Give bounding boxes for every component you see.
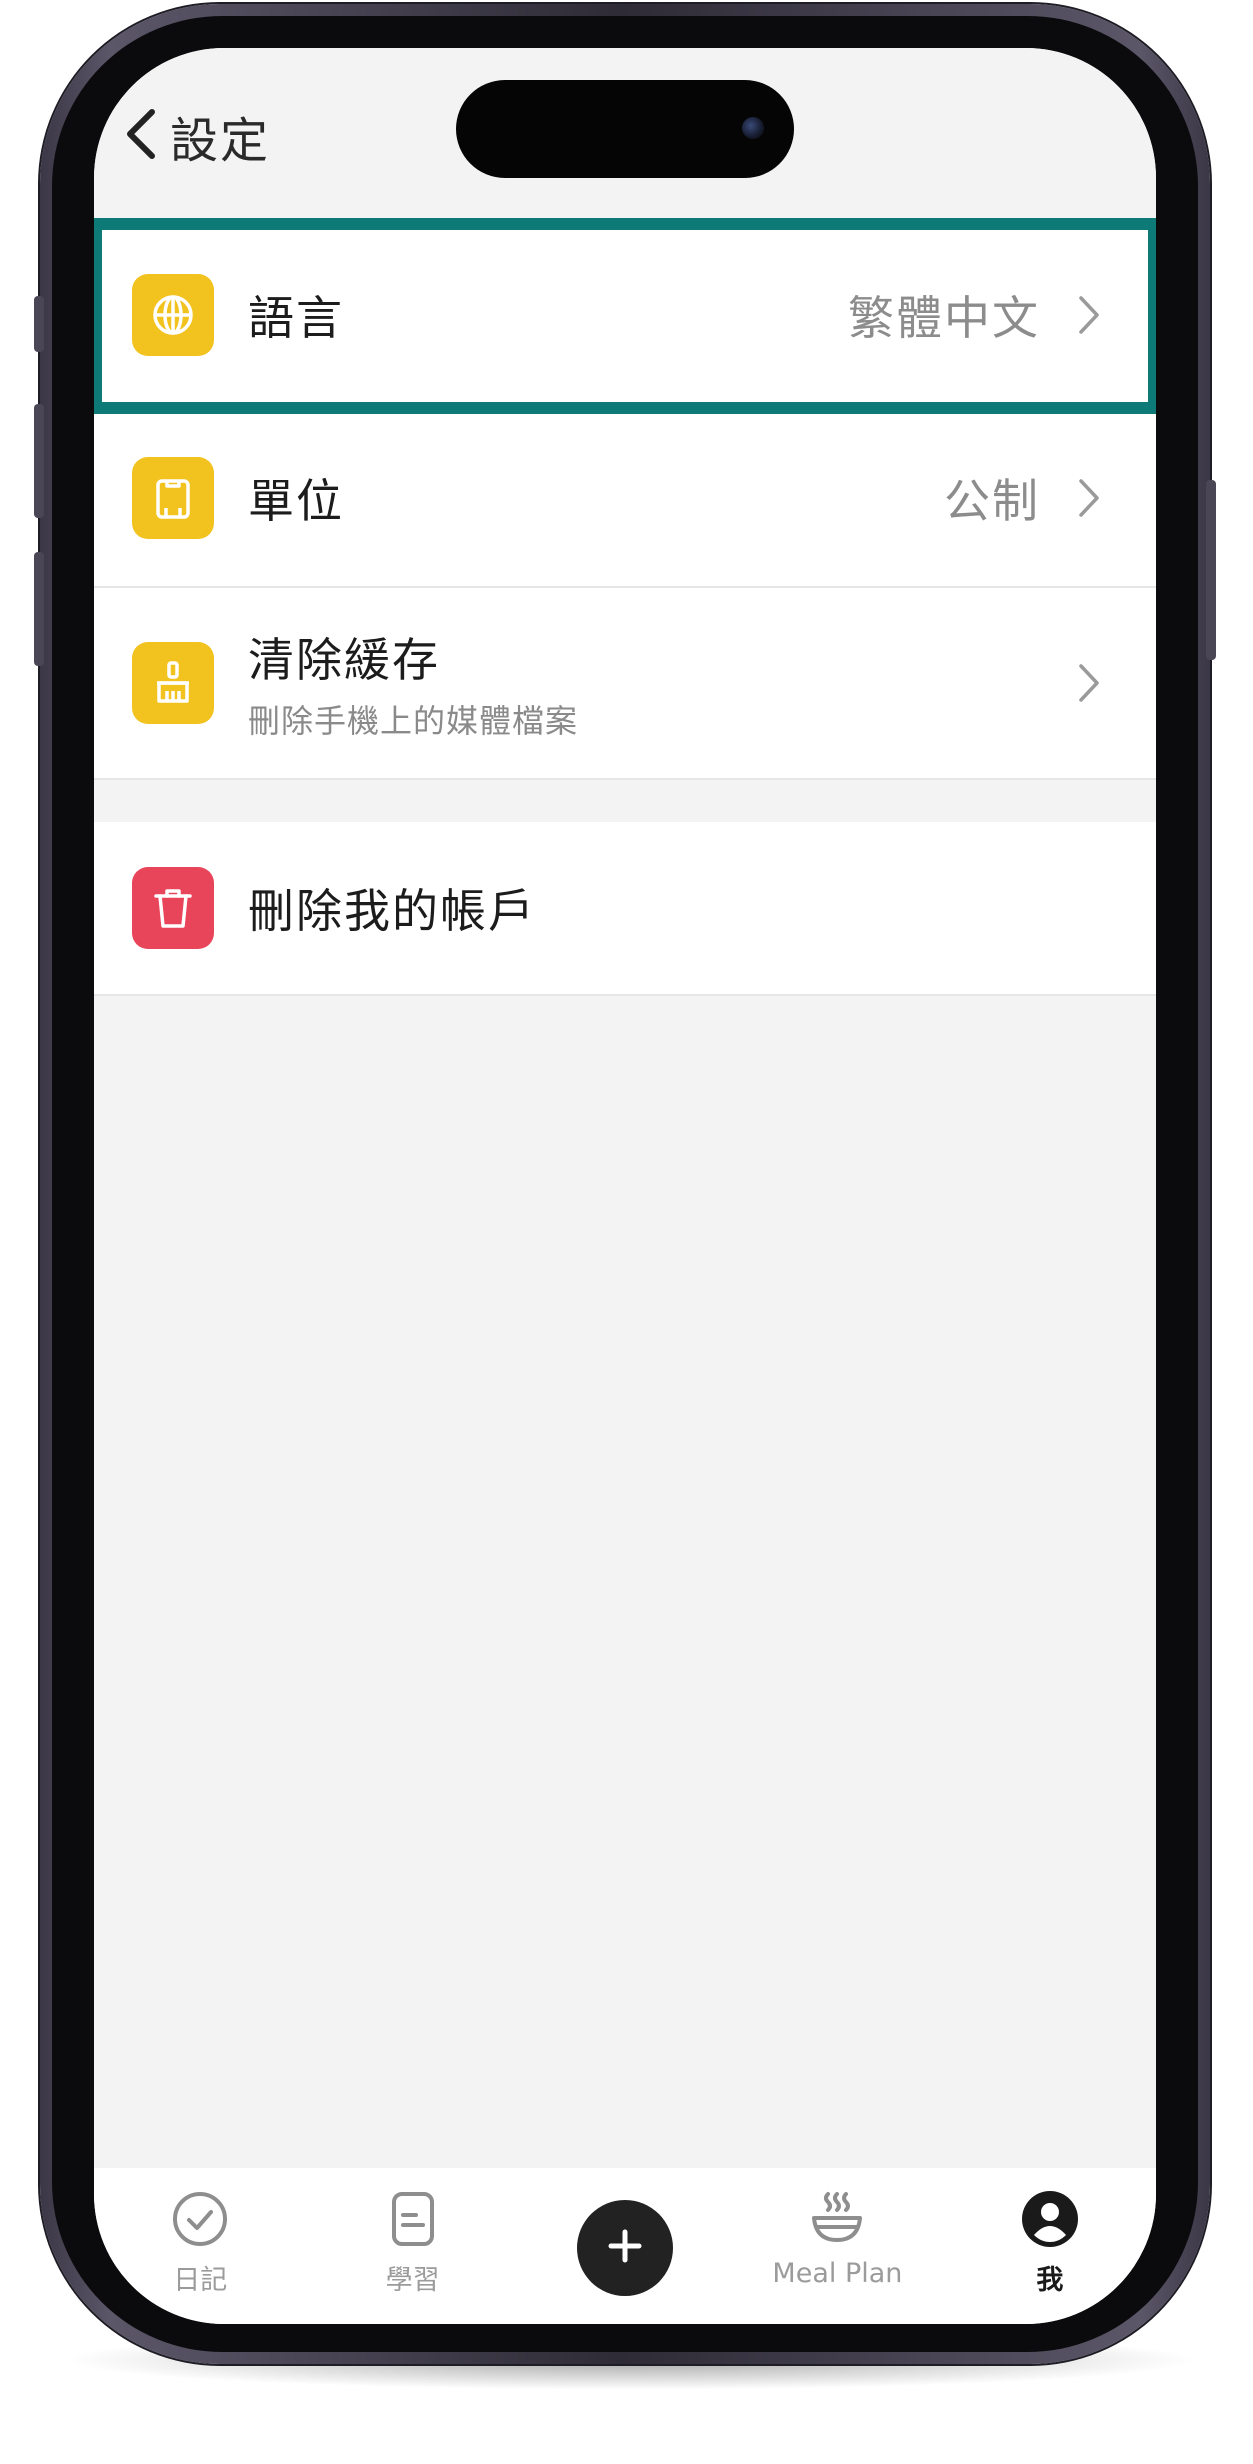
globe-icon	[132, 274, 214, 356]
setting-text: 語言	[248, 282, 848, 348]
chevron-right-icon	[1076, 661, 1102, 705]
tab-label: 我	[1036, 2265, 1064, 2296]
app-screen: 設定 語言 繁體中文 單位 公制 清除緩存 刪除手機上的媒體檔案 刪除我的帳戶 …	[94, 48, 1156, 2324]
side-button-action	[34, 296, 44, 352]
clipboard-icon	[132, 457, 214, 539]
setting-label: 清除緩存	[248, 633, 440, 687]
tab-label: 日記	[173, 2265, 228, 2296]
side-button-volume-down	[34, 552, 44, 666]
bottom-tab-bar: 日記 學習 Meal Plan 我	[94, 2168, 1156, 2324]
check-circle-icon	[169, 2188, 231, 2254]
tab-label: Meal Plan	[772, 2258, 903, 2289]
setting-value: 繁體中文	[848, 291, 1040, 345]
setting-text: 單位	[248, 465, 944, 531]
side-button-power	[1206, 480, 1216, 660]
back-button[interactable]: 設定	[122, 96, 270, 176]
front-camera	[742, 117, 764, 139]
broom-icon	[132, 642, 214, 724]
dynamic-island	[456, 80, 794, 178]
user-icon	[1019, 2188, 1081, 2254]
trash-icon	[132, 867, 214, 949]
document-icon	[382, 2188, 444, 2254]
chevron-right-icon	[1076, 293, 1102, 337]
setting-row-clear-cache[interactable]: 清除緩存 刪除手機上的媒體檔案	[94, 588, 1156, 780]
setting-text: 清除緩存 刪除手機上的媒體檔案	[248, 624, 1076, 742]
settings-group-account: 刪除我的帳戶	[94, 822, 1156, 996]
setting-row-units[interactable]: 單位 公制	[94, 410, 1156, 588]
plus-icon	[605, 2226, 645, 2270]
setting-row-language[interactable]: 語言 繁體中文	[94, 218, 1156, 414]
setting-label: 語言	[248, 291, 344, 345]
setting-row-delete-account[interactable]: 刪除我的帳戶	[94, 822, 1156, 996]
bowl-icon	[806, 2188, 868, 2254]
tab-diary[interactable]: 日記	[94, 2168, 306, 2297]
setting-label: 刪除我的帳戶	[248, 884, 536, 938]
chevron-right-icon	[1076, 476, 1102, 520]
add-button[interactable]	[577, 2200, 674, 2296]
setting-text: 刪除我的帳戶	[248, 875, 1102, 941]
tab-me[interactable]: 我	[944, 2168, 1156, 2297]
setting-label: 單位	[248, 474, 344, 528]
top-bar: 設定	[94, 48, 1156, 218]
setting-description: 刪除手機上的媒體檔案	[248, 702, 579, 740]
tab-learn[interactable]: 學習	[306, 2168, 518, 2297]
tab-label: 學習	[385, 2265, 440, 2296]
tab-meal-plan[interactable]: Meal Plan	[731, 2168, 943, 2289]
tab-add[interactable]	[519, 2168, 731, 2296]
page-title: 設定	[170, 113, 271, 169]
setting-value: 公制	[944, 474, 1040, 528]
chevron-left-icon	[122, 104, 162, 168]
side-button-volume-up	[34, 404, 44, 518]
settings-group-general: 語言 繁體中文 單位 公制 清除緩存 刪除手機上的媒體檔案	[94, 218, 1156, 780]
